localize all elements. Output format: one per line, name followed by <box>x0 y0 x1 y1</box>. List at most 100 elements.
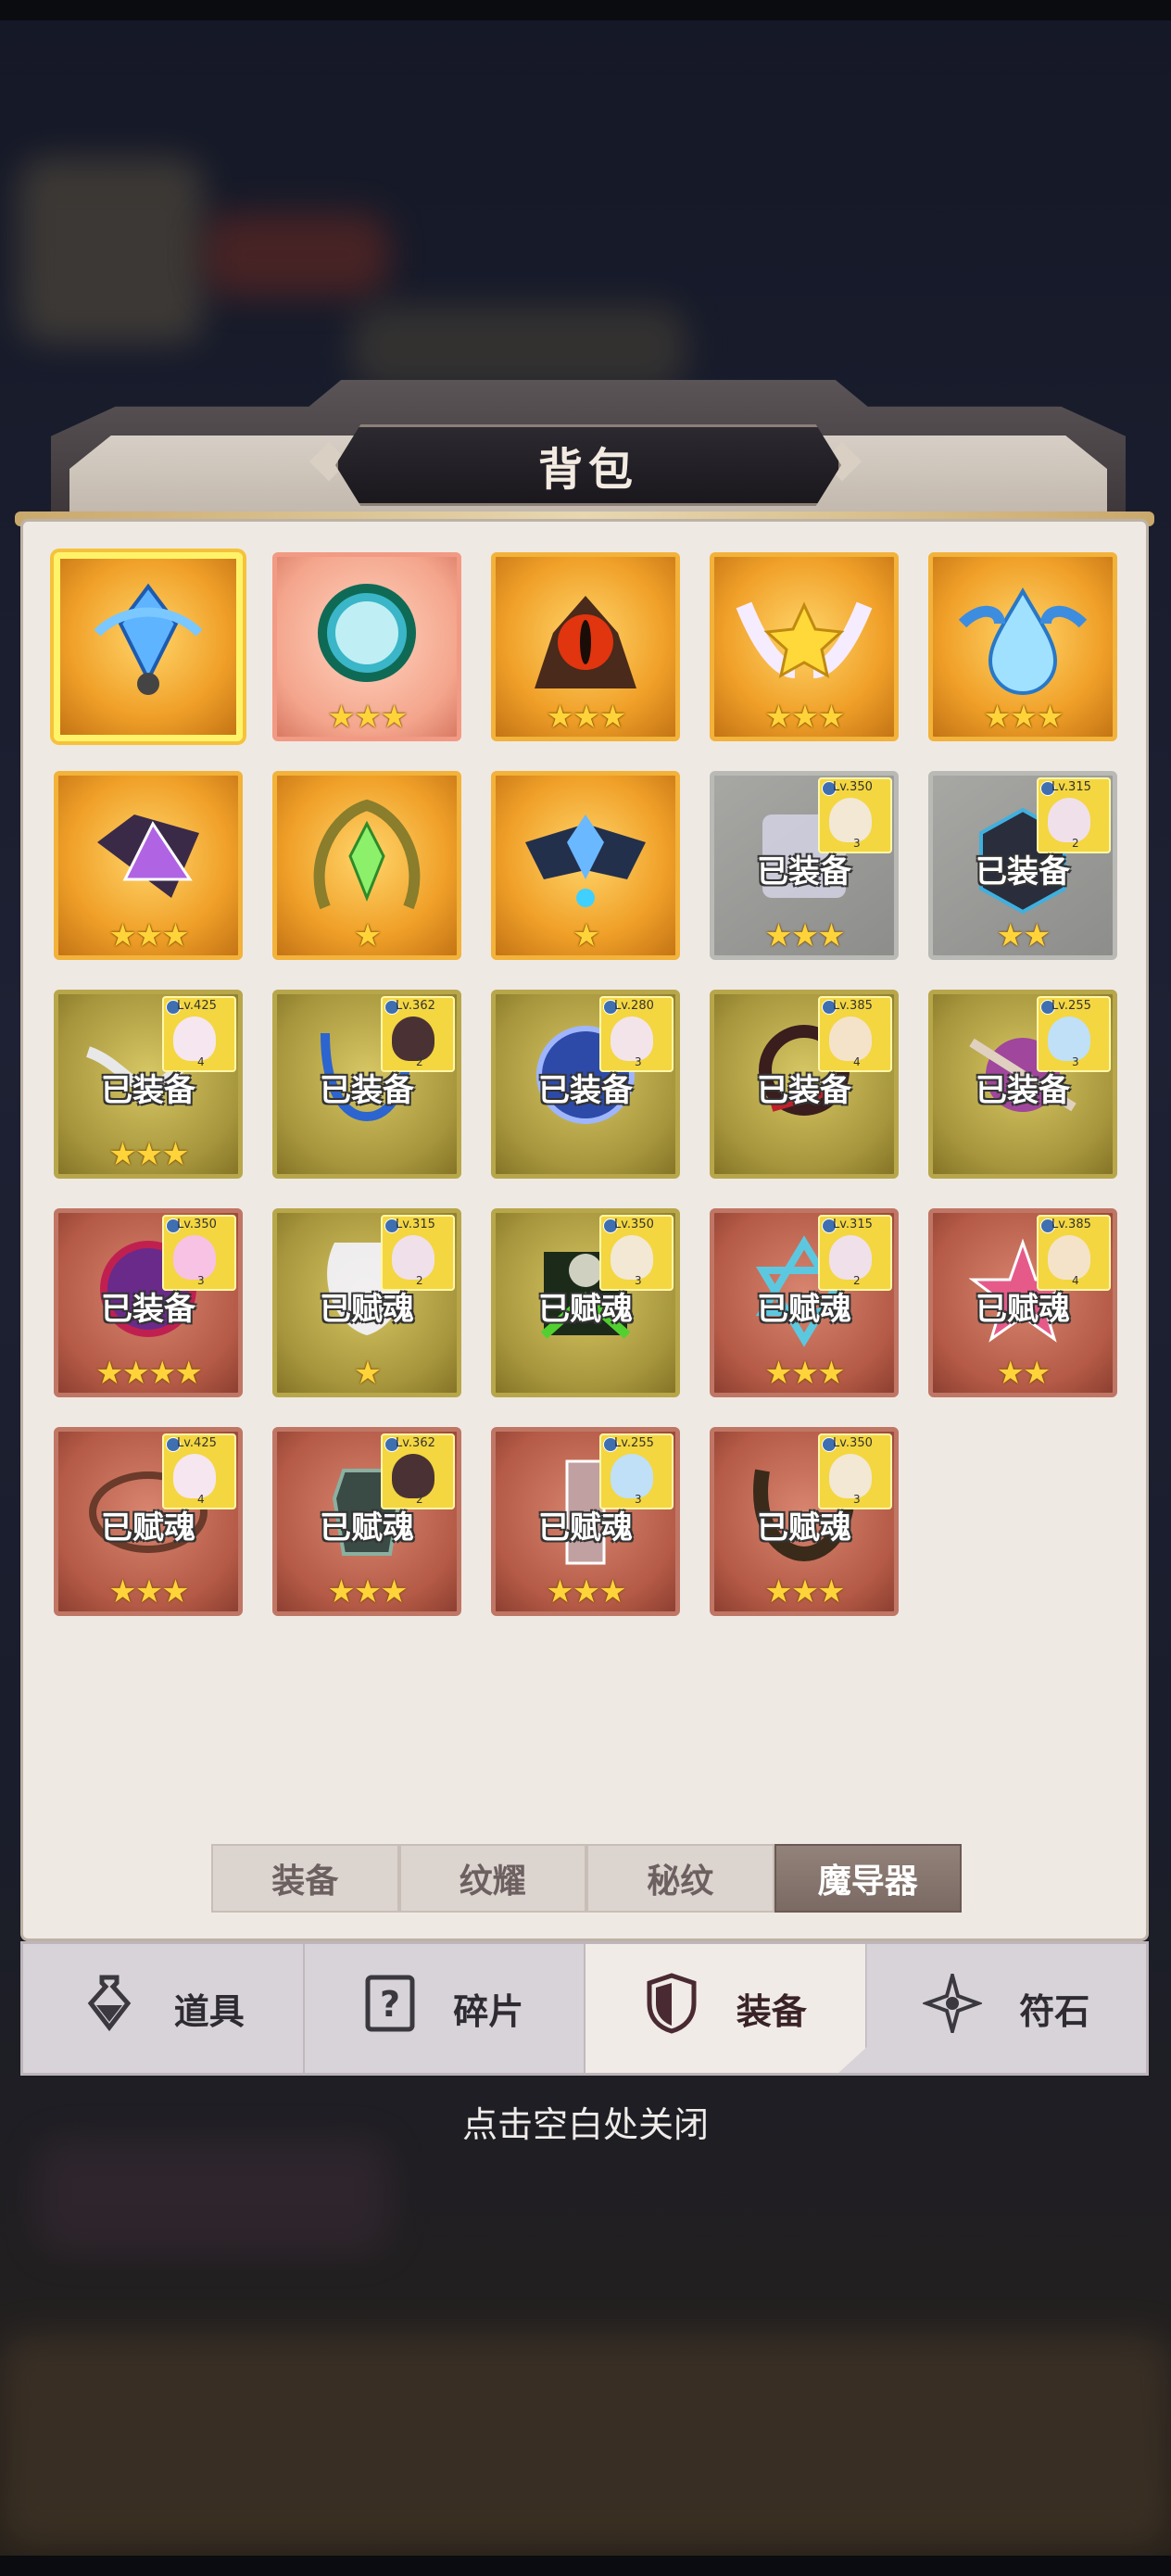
inventory-slot[interactable]: ★ <box>272 771 461 960</box>
equipped-hero-avatar: Lv.362 2 <box>381 996 455 1072</box>
star-rating: ★★★ <box>764 1355 845 1392</box>
hero-face-icon <box>173 1017 216 1061</box>
equipped-hero-avatar: Lv.315 2 <box>1037 777 1111 853</box>
inventory-slot[interactable]: Lv.315 2 已赋魂 ★ <box>272 1208 461 1397</box>
nav-tab-equipment[interactable]: 装备 <box>586 1944 867 2073</box>
item-status-label: 已赋魂 <box>757 1509 851 1547</box>
green-crystal-icon <box>297 787 436 929</box>
hero-face-icon <box>829 1454 872 1498</box>
inventory-slot[interactable]: Lv.255 3 已装备 <box>928 990 1117 1179</box>
hero-level: Lv.350 <box>833 780 873 794</box>
background-blur <box>204 213 389 297</box>
page-title: 背包 <box>537 444 638 496</box>
equipped-hero-avatar: Lv.315 2 <box>818 1215 892 1291</box>
rune-star-icon <box>921 1968 985 2043</box>
inventory-slot[interactable]: Lv.385 4 已赋魂 ★★ <box>928 1208 1117 1397</box>
equipped-hero-avatar: Lv.350 3 <box>818 777 892 853</box>
equipped-hero-avatar: Lv.315 2 <box>381 1215 455 1291</box>
background-blur <box>19 158 204 343</box>
star-rating: ★ <box>572 917 600 954</box>
inventory-slot[interactable]: ★★★ <box>710 552 899 741</box>
item-status-label: 已装备 <box>101 1072 195 1109</box>
dark-wings-icon <box>516 787 655 929</box>
star-rating: ★★ <box>996 917 1051 954</box>
inventory-slot[interactable]: Lv.425 4 已装备 ★★★ <box>54 990 243 1179</box>
item-status-label: 已装备 <box>320 1072 414 1109</box>
nav-tab-items[interactable]: 道具 <box>23 1944 305 2073</box>
shield-icon <box>644 1972 699 2045</box>
inventory-slot[interactable]: Lv.385 4 已装备 <box>710 990 899 1179</box>
item-status-label: 已赋魂 <box>538 1509 633 1547</box>
hero-level: Lv.255 <box>1051 999 1091 1013</box>
equipped-hero-avatar: Lv.385 4 <box>1037 1215 1111 1291</box>
subtab-magic-device[interactable]: 魔导器 <box>774 1844 962 1913</box>
hero-level: Lv.350 <box>614 1218 654 1231</box>
inventory-slot[interactable]: Lv.350 3 已装备 ★★★★ <box>54 1208 243 1397</box>
hero-face-icon <box>173 1235 216 1280</box>
inventory-slot[interactable]: Lv.425 4 已赋魂 ★★★ <box>54 1427 243 1616</box>
hero-face-icon <box>611 1235 653 1280</box>
equipped-hero-avatar: Lv.255 3 <box>1037 996 1111 1072</box>
status-bar <box>0 0 1171 20</box>
inventory-slot[interactable]: Lv.350 3 已赋魂 ★★★ <box>710 1427 899 1616</box>
hero-level: Lv.315 <box>396 1218 435 1231</box>
close-hint[interactable]: 点击空白处关闭 <box>0 2096 1171 2147</box>
hero-face-icon <box>611 1454 653 1498</box>
item-status-label: 已赋魂 <box>101 1509 195 1547</box>
inventory-slot[interactable]: Lv.362 2 已装备 <box>272 990 461 1179</box>
nav-tab-label: 道具 <box>173 1991 245 2032</box>
hero-level: Lv.350 <box>833 1436 873 1450</box>
hero-level: Lv.362 <box>396 1436 435 1450</box>
inventory-slot[interactable]: Lv.350 3 已装备 ★★★ <box>710 771 899 960</box>
star-rating: ★★★ <box>983 699 1064 736</box>
inventory-slot[interactable]: Lv.280 3 已装备 <box>491 990 680 1179</box>
hero-level: Lv.425 <box>177 999 217 1013</box>
hero-level: Lv.385 <box>1051 1218 1091 1231</box>
hero-face-icon <box>1048 1235 1090 1280</box>
star-rating: ★★★★ <box>95 1355 203 1392</box>
hero-face-icon <box>829 1235 872 1280</box>
background-blur <box>0 2335 1171 2548</box>
equipped-hero-avatar: Lv.280 3 <box>599 996 674 1072</box>
inventory-slot[interactable]: Lv.350 3 已赋魂 <box>491 1208 680 1397</box>
inventory-slot[interactable]: ★★★ <box>272 552 461 741</box>
inventory-slot[interactable]: ★★★ <box>928 552 1117 741</box>
star-rating: ★ <box>353 917 382 954</box>
star-rating: ★★★ <box>764 699 845 736</box>
dragon-mirror-icon <box>297 568 436 711</box>
inventory-slot[interactable]: ★★★ <box>54 771 243 960</box>
hero-level: Lv.280 <box>614 999 654 1013</box>
subtab-emblem[interactable]: 纹耀 <box>398 1844 586 1913</box>
hero-face-icon <box>392 1235 434 1280</box>
hero-face-icon <box>392 1017 434 1061</box>
nav-tab-runes[interactable]: 符石 <box>867 1944 1147 2073</box>
inventory-slot[interactable]: ★ <box>491 771 680 960</box>
equipped-hero-avatar: Lv.350 3 <box>162 1215 236 1291</box>
hero-face-icon <box>611 1017 653 1061</box>
item-status-label: 已赋魂 <box>538 1291 633 1328</box>
equipped-hero-avatar: Lv.255 3 <box>599 1433 674 1509</box>
inventory-slot[interactable]: Lv.315 2 已赋魂 ★★★ <box>710 1208 899 1397</box>
nav-tab-label: 装备 <box>736 1991 807 2032</box>
equipped-hero-avatar: Lv.425 4 <box>162 996 236 1072</box>
subtab-secret-pattern[interactable]: 秘纹 <box>586 1844 774 1913</box>
nav-tab-shards[interactable]: ? 碎片 <box>305 1944 586 2073</box>
inventory-slot[interactable]: Lv.255 3 已赋魂 ★★★ <box>491 1427 680 1616</box>
hero-level: Lv.350 <box>177 1218 217 1231</box>
purple-prism-icon <box>79 787 218 929</box>
equipped-hero-avatar: Lv.350 3 <box>818 1433 892 1509</box>
winged-star-icon <box>735 568 874 711</box>
hero-face-icon <box>173 1454 216 1498</box>
item-status-label: 已赋魂 <box>320 1509 414 1547</box>
hero-level: Lv.255 <box>614 1436 654 1450</box>
inventory-slot[interactable]: ★★★ <box>491 552 680 741</box>
equipped-hero-avatar: Lv.350 3 <box>599 1215 674 1291</box>
equipped-hero-avatar: Lv.425 4 <box>162 1433 236 1509</box>
item-status-label: 已赋魂 <box>320 1291 414 1328</box>
star-rating: ★★★ <box>108 917 189 954</box>
inventory-slot[interactable] <box>54 552 243 741</box>
inventory-slot[interactable]: Lv.315 2 已装备 ★★ <box>928 771 1117 960</box>
inventory-slot[interactable]: Lv.362 2 已赋魂 ★★★ <box>272 1427 461 1616</box>
subtab-equipment[interactable]: 装备 <box>211 1844 399 1913</box>
equipped-hero-avatar: Lv.385 4 <box>818 996 892 1072</box>
